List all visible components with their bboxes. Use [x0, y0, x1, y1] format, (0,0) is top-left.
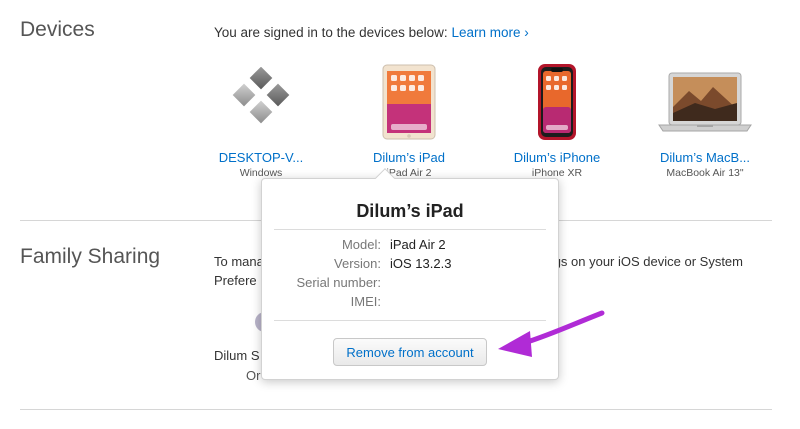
- detail-label: Serial number:: [296, 275, 381, 290]
- device-model: MacBook Air 13": [666, 167, 744, 179]
- device-windows[interactable]: DESKTOP-V... Windows: [191, 62, 331, 179]
- annotation-arrow-icon: [498, 310, 605, 357]
- detail-row-serial: Serial number:: [262, 275, 558, 294]
- device-iphone[interactable]: Dilum’s iPhone iPhone XR: [487, 62, 627, 179]
- detail-value: iPad Air 2: [390, 237, 446, 252]
- family-member-name[interactable]: Dilum S: [214, 348, 260, 363]
- detail-label: Model:: [341, 237, 381, 252]
- section-divider: [20, 409, 772, 410]
- iphone-icon: [487, 62, 627, 142]
- device-name: Dilum’s MacB...: [659, 150, 751, 165]
- detail-label: Version:: [334, 256, 381, 271]
- learn-more-link[interactable]: Learn more ›: [451, 25, 528, 40]
- windows-logo-icon: [191, 62, 331, 142]
- device-details: Model: iPad Air 2 Version: iOS 13.2.3 Se…: [262, 237, 558, 313]
- devices-intro-text: You are signed in to the devices below:: [214, 25, 448, 40]
- devices-heading: Devices: [20, 18, 95, 41]
- family-member-role: Or: [246, 368, 261, 383]
- devices-intro: You are signed in to the devices below: …: [214, 25, 529, 40]
- detail-row-model: Model: iPad Air 2: [262, 237, 558, 256]
- family-sharing-heading: Family Sharing: [20, 245, 161, 268]
- device-name: Dilum’s iPhone: [513, 150, 601, 165]
- ipad-icon: [339, 62, 479, 142]
- device-ipad[interactable]: Dilum’s iPad iPad Air 2: [339, 62, 479, 179]
- macbook-icon: [635, 62, 775, 142]
- popover-title: Dilum’s iPad: [356, 201, 464, 221]
- devices-page: Devices You are signed in to the devices…: [0, 0, 800, 429]
- detail-label: IMEI:: [350, 294, 381, 309]
- detail-value: iOS 13.2.3: [390, 256, 452, 271]
- device-name: DESKTOP-V...: [218, 150, 304, 165]
- device-name: Dilum’s iPad: [372, 150, 445, 165]
- popover-divider: [274, 229, 546, 230]
- device-macbook[interactable]: Dilum’s MacB... MacBook Air 13": [635, 62, 775, 179]
- family-text-line1-right: gs on your iOS device or System: [553, 254, 743, 269]
- detail-row-version: Version: iOS 13.2.3: [262, 256, 558, 275]
- remove-from-account-button[interactable]: Remove from account: [333, 338, 487, 366]
